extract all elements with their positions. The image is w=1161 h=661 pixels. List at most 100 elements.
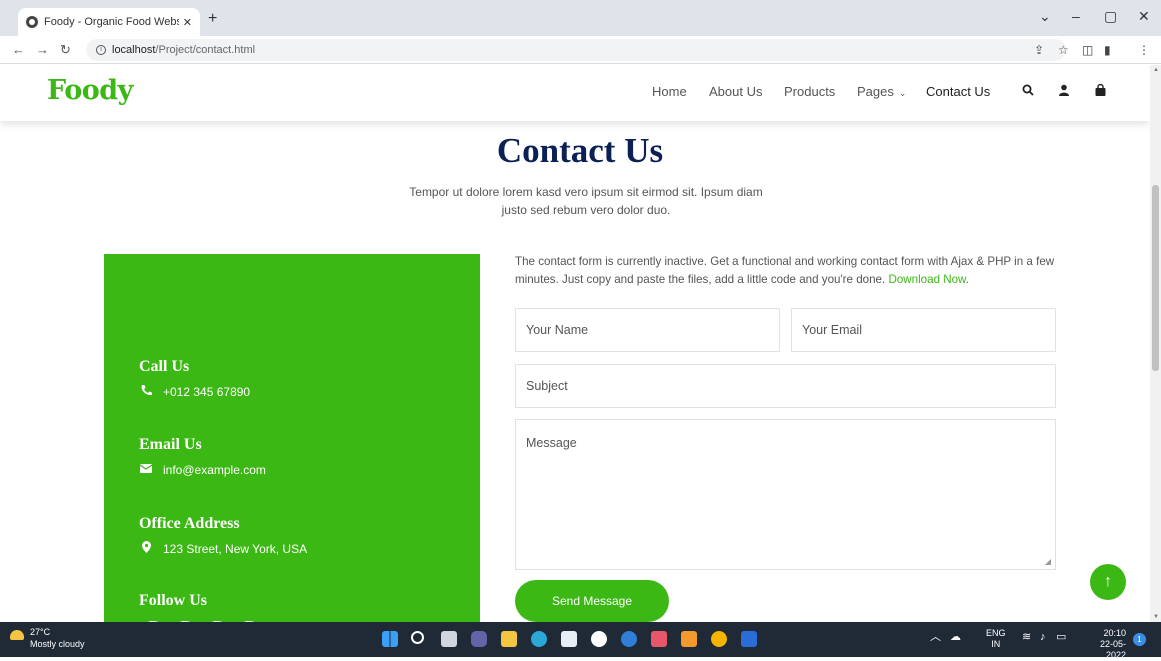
tab-title: Foody - Organic Food Website Te <box>44 16 179 28</box>
windows-taskbar: 27°C Mostly cloudy ︿ ☁ ENG IN ≋ ♪ ▭ 20:1… <box>0 622 1161 660</box>
map-marker-icon <box>139 541 153 556</box>
partly-cloudy-icon <box>10 630 24 640</box>
github-icon[interactable] <box>591 631 607 647</box>
forward-arrow-icon[interactable]: → <box>36 42 49 57</box>
site-logo[interactable]: Foody <box>47 75 133 106</box>
contact-info-panel: Call Us +012 345 67890 Email Us info@exa… <box>104 254 480 622</box>
weather-widget[interactable]: 27°C Mostly cloudy <box>10 626 85 650</box>
name-placeholder: Your Name <box>526 323 589 337</box>
search-icon[interactable] <box>1022 84 1034 99</box>
onedrive-icon[interactable]: ☁ <box>950 632 961 643</box>
resize-grip-icon[interactable]: ◢ <box>1045 557 1051 566</box>
close-window-button[interactable]: ✕ <box>1138 8 1150 25</box>
page-title: Contact Us <box>496 131 664 170</box>
subject-placeholder: Subject <box>526 379 568 393</box>
region-code: IN <box>991 639 1001 649</box>
edge-icon[interactable] <box>531 631 547 647</box>
site-navbar: Foody Home About Us Products Pages ⌄ Cont… <box>0 65 1150 121</box>
arrow-up-icon: ↑ <box>1104 573 1112 590</box>
notification-badge[interactable]: 1 <box>1133 633 1146 646</box>
message-textarea[interactable]: Message ◢ <box>515 419 1056 570</box>
clock-time: 20:10 <box>1103 628 1126 638</box>
share-icon[interactable]: ⇪ <box>1034 43 1044 57</box>
tab-search-icon[interactable]: ⌄ <box>1039 8 1051 25</box>
close-tab-icon[interactable]: ✕ <box>183 16 192 29</box>
browser-tab[interactable]: Foody - Organic Food Website Te ✕ <box>18 8 200 36</box>
back-arrow-icon[interactable]: ← <box>12 42 25 57</box>
chrome-dev-icon[interactable] <box>621 631 637 647</box>
teams-chat-icon[interactable] <box>471 631 487 647</box>
subject-input[interactable]: Subject <box>515 364 1056 408</box>
chrome-icon[interactable] <box>711 631 727 647</box>
menu-dots-icon[interactable]: ⋮ <box>1138 43 1150 57</box>
windows-start-icon[interactable] <box>382 631 398 647</box>
battery-icon[interactable]: ▭ <box>1056 632 1066 643</box>
browser-tab-bar: Foody - Organic Food Website Te ✕ + ⌄ – … <box>0 0 1161 36</box>
form-notice: The contact form is currently inactive. … <box>515 253 1060 289</box>
url-host: localhost <box>112 44 156 56</box>
clock-date: 22-05-2022 <box>1099 639 1126 660</box>
store-icon[interactable] <box>561 631 577 647</box>
url-input[interactable]: i localhost/Project/contact.html <box>86 39 1066 61</box>
form-notice-end: . <box>965 273 970 286</box>
info-icon[interactable]: i <box>96 45 106 55</box>
chevron-down-icon: ⌄ <box>898 88 907 98</box>
weather-condition: Mostly cloudy <box>30 639 85 649</box>
shopping-bag-icon[interactable] <box>1095 83 1106 99</box>
bookmark-star-icon[interactable]: ☆ <box>1058 43 1069 57</box>
sublime-text-icon[interactable] <box>681 631 697 647</box>
new-tab-button[interactable]: + <box>208 10 217 28</box>
tray-chevron-up-icon[interactable]: ︿ <box>930 632 941 643</box>
user-icon[interactable] <box>1058 84 1070 99</box>
address-line: 123 Street, New York, USA <box>139 541 307 556</box>
extension-icon[interactable]: ▮ <box>1104 43 1111 57</box>
follow-us-title: Follow Us <box>139 592 207 609</box>
language-indicator[interactable]: ENG IN <box>986 628 1006 650</box>
name-input[interactable]: Your Name <box>515 308 780 352</box>
weather-temp: 27°C <box>30 627 51 637</box>
nav-products[interactable]: Products <box>784 84 835 99</box>
wifi-icon[interactable]: ≋ <box>1022 632 1031 643</box>
form-notice-text: The contact form is currently inactive. … <box>515 255 1055 286</box>
call-us-title: Call Us <box>139 358 190 375</box>
phone-number[interactable]: +012 345 67890 <box>163 385 250 399</box>
word-icon[interactable] <box>741 631 757 647</box>
clock[interactable]: 20:10 22-05-2022 <box>1080 628 1126 661</box>
url-path: /Project/contact.html <box>155 44 256 56</box>
email-placeholder: Your Email <box>802 323 862 337</box>
email-address[interactable]: info@example.com <box>163 463 266 477</box>
xampp-icon[interactable] <box>651 631 667 647</box>
search-taskbar-icon[interactable] <box>411 631 424 644</box>
nav-about-us[interactable]: About Us <box>709 84 762 99</box>
office-address-title: Office Address <box>139 515 240 532</box>
task-view-icon[interactable] <box>441 631 457 647</box>
nav-contact-us[interactable]: Contact Us <box>926 84 990 99</box>
volume-icon[interactable]: ♪ <box>1040 632 1046 643</box>
address-bar-row: ← → ↻ i localhost/Project/contact.html ⇪… <box>0 36 1161 64</box>
phone-icon <box>139 384 153 399</box>
download-now-link[interactable]: Download Now <box>888 273 965 286</box>
email-us-title: Email Us <box>139 436 202 453</box>
nav-home[interactable]: Home <box>652 84 687 99</box>
office-address: 123 Street, New York, USA <box>163 541 308 556</box>
file-explorer-icon[interactable] <box>501 631 517 647</box>
nav-pages-label: Pages <box>857 84 894 99</box>
nav-pages-dropdown[interactable]: Pages ⌄ <box>857 84 906 99</box>
scroll-down-icon[interactable]: ▼ <box>1153 614 1159 620</box>
page-scrollbar[interactable]: ▲ ▼ <box>1150 65 1161 622</box>
page-subtitle: Tempor ut dolore lorem kasd vero ipsum s… <box>409 185 763 217</box>
page-viewport: Foody Home About Us Products Pages ⌄ Cont… <box>0 65 1150 622</box>
message-placeholder: Message <box>526 436 577 450</box>
sidepanel-icon[interactable]: ◫ <box>1082 43 1093 57</box>
maximize-button[interactable]: ▢ <box>1104 8 1117 25</box>
phone-line: +012 345 67890 <box>139 384 250 399</box>
email-line: info@example.com <box>139 463 266 477</box>
scroll-up-icon[interactable]: ▲ <box>1153 67 1159 73</box>
email-input[interactable]: Your Email <box>791 308 1056 352</box>
minimize-button[interactable]: – <box>1072 8 1080 24</box>
scrollbar-thumb[interactable] <box>1152 185 1159 371</box>
globe-icon <box>26 16 38 28</box>
back-to-top-button[interactable]: ↑ <box>1090 564 1126 600</box>
send-message-button[interactable]: Send Message <box>515 580 669 622</box>
reload-icon[interactable]: ↻ <box>60 42 71 58</box>
